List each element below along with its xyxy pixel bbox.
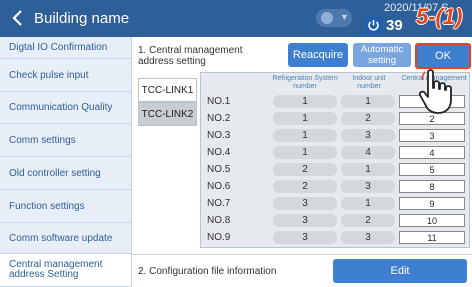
sidebar-item-label: Comm settings	[9, 134, 76, 146]
row-label: NO.5	[207, 164, 231, 175]
sidebar-item-comm-quality[interactable]: Communication Quality	[0, 92, 131, 124]
pointing-hand-icon	[418, 69, 452, 114]
sidebar-item-label: Check pulse input	[9, 69, 89, 81]
section-divider	[131, 254, 472, 255]
refrigeration-cell: 1	[273, 129, 337, 142]
step-annotation: 5-(1)	[416, 4, 463, 29]
col-header-refrigeration: Refrigeration System number	[272, 75, 338, 90]
refrigeration-cell: 3	[273, 197, 337, 210]
section-config-file-label: 2. Configuration file information	[138, 266, 277, 277]
indoor-unit-cell: 3	[341, 180, 395, 193]
sidebar-item-pulse-input[interactable]: Check pulse input	[0, 59, 131, 92]
table-row: NO.8 3 2 10	[201, 212, 469, 229]
central-mgmt-input[interactable]: 4	[399, 146, 465, 159]
refrigeration-cell: 3	[273, 214, 337, 227]
sidebar-item-label: Function settings	[9, 200, 85, 212]
col-header-indoor-unit: Indoor unit number	[352, 75, 386, 90]
row-label: NO.4	[207, 147, 231, 158]
tab-tcc-link1[interactable]: TCC-LINK1	[138, 78, 197, 102]
sidebar-item-label: Central management address Setting	[9, 259, 103, 280]
sidebar-item-label: Digtal IO Confirmation	[9, 42, 108, 53]
table-row: NO.5 2 1 5	[201, 161, 469, 178]
indoor-unit-cell: 1	[341, 197, 395, 210]
row-label: NO.6	[207, 181, 231, 192]
indoor-unit-cell: 1	[341, 163, 395, 176]
row-label: NO.1	[207, 96, 231, 107]
mode-toggle[interactable]: ▼	[316, 9, 352, 27]
row-label: NO.7	[207, 198, 231, 209]
row-label: NO.8	[207, 215, 231, 226]
tab-tcc-link2[interactable]: TCC-LINK2	[138, 102, 197, 126]
indoor-unit-cell: 2	[341, 112, 395, 125]
refrigeration-cell: 1	[273, 112, 337, 125]
row-label: NO.3	[207, 130, 231, 141]
reacquire-button[interactable]: Reacquire	[288, 43, 348, 67]
central-mgmt-input[interactable]: 5	[399, 163, 465, 176]
header-bar: Building name ▼ 2020/11/07 S 39	[0, 0, 472, 37]
ok-button[interactable]: OK	[415, 43, 471, 69]
table-row: NO.9 3 3 11	[201, 229, 469, 246]
refrigeration-cell: 3	[273, 231, 337, 244]
sidebar-item-old-controller[interactable]: Old controller setting	[0, 157, 131, 190]
table-row: NO.6 2 3 8	[201, 178, 469, 195]
toggle-knob	[321, 12, 333, 24]
chevron-left-icon[interactable]	[8, 8, 28, 28]
sidebar-item-comm-settings[interactable]: Comm settings	[0, 124, 131, 157]
row-label: NO.9	[207, 232, 231, 243]
edit-button[interactable]: Edit	[333, 259, 467, 283]
chevron-down-icon: ▼	[340, 12, 349, 22]
refrigeration-cell: 2	[273, 180, 337, 193]
central-mgmt-input[interactable]: 11	[399, 231, 465, 244]
sidebar-item-label: Old controller setting	[9, 167, 101, 179]
power-icon[interactable]	[365, 17, 382, 34]
table-row: NO.7 3 1 9	[201, 195, 469, 212]
indoor-unit-cell: 3	[341, 231, 395, 244]
page-title: Building name	[34, 10, 130, 27]
row-label: NO.2	[207, 113, 231, 124]
central-mgmt-input[interactable]: 9	[399, 197, 465, 210]
indoor-unit-cell: 4	[341, 146, 395, 159]
refrigeration-cell: 1	[273, 95, 337, 108]
central-mgmt-input[interactable]: 10	[399, 214, 465, 227]
refrigeration-cell: 2	[273, 163, 337, 176]
section-central-mgmt-label: 1. Central management address setting	[138, 45, 243, 67]
table-row: NO.3 1 3 3	[201, 127, 469, 144]
sidebar-item-digital-io[interactable]: Digtal IO Confirmation	[0, 37, 131, 59]
sidebar-item-comm-software[interactable]: Comm software update	[0, 223, 131, 254]
sidebar-item-label: Comm software update	[9, 232, 113, 244]
automatic-setting-button[interactable]: Automatic setting	[353, 43, 411, 67]
sidebar-item-function-settings[interactable]: Function settings	[0, 190, 131, 223]
sidebar-item-central-mgmt[interactable]: Central management address Setting	[0, 254, 131, 287]
central-mgmt-input[interactable]: 8	[399, 180, 465, 193]
indoor-unit-cell: 1	[341, 95, 395, 108]
indoor-unit-cell: 2	[341, 214, 395, 227]
indoor-unit-cell: 3	[341, 129, 395, 142]
central-mgmt-input[interactable]: 3	[399, 129, 465, 142]
refrigeration-cell: 1	[273, 146, 337, 159]
table-row: NO.4 1 4 4	[201, 144, 469, 161]
sidebar-item-label: Communication Quality	[9, 102, 113, 113]
temperature-value: 39	[386, 17, 403, 34]
